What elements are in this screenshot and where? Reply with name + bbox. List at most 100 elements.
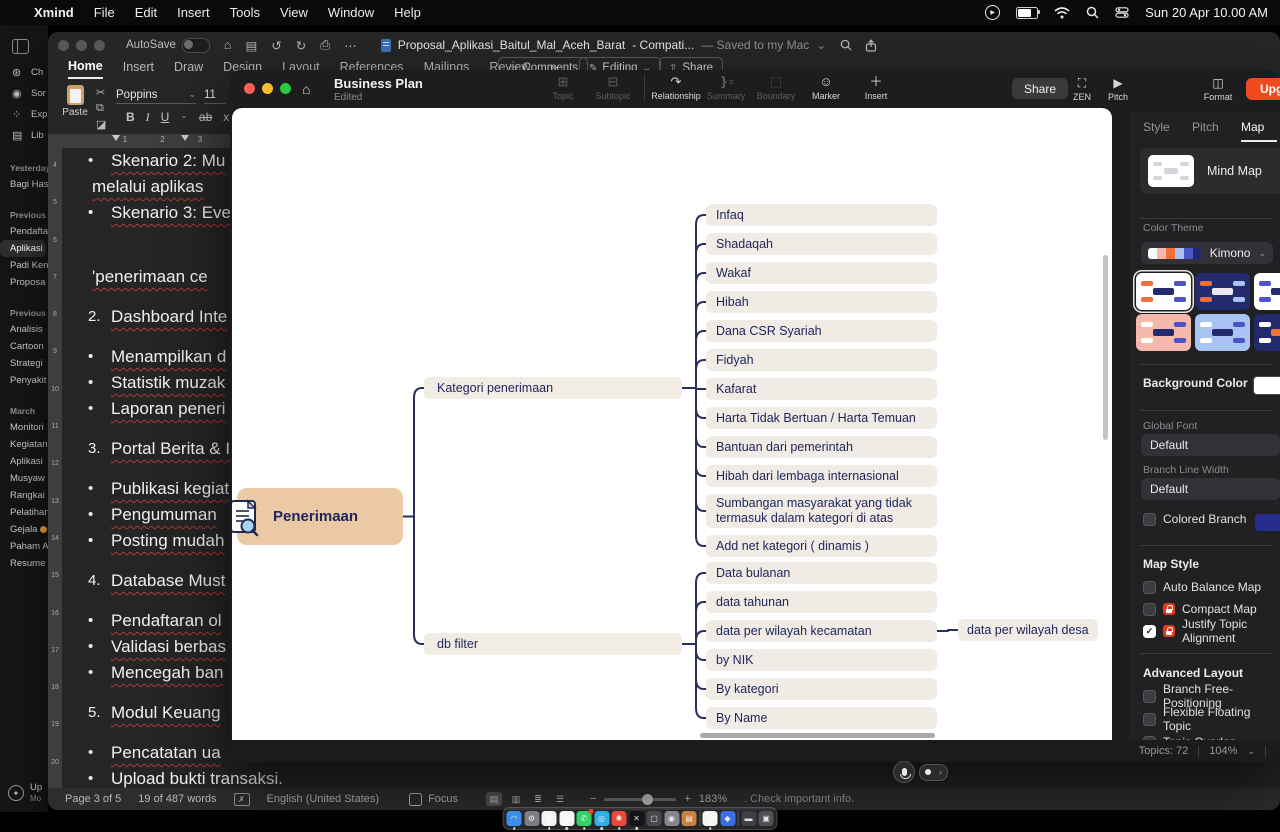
strikethrough-button[interactable]: ab: [199, 110, 212, 125]
sidebar-nav-item[interactable]: ⁘ Exp: [0, 104, 48, 125]
advanced-layout-option[interactable]: Flexible Floating Topic: [1143, 712, 1280, 726]
close-button[interactable]: [58, 40, 69, 51]
chat-history-item[interactable]: Pelatihan: [0, 504, 48, 521]
chat-history-item[interactable]: Aplikasi: [0, 240, 46, 257]
color-theme-select[interactable]: Kimono ⌄: [1141, 242, 1273, 264]
checkbox[interactable]: [1143, 625, 1156, 638]
web-layout-view-button[interactable]: ▥: [508, 792, 524, 806]
zoom-in-button[interactable]: +: [684, 793, 690, 805]
focus-mode-button[interactable]: Focus: [409, 793, 458, 806]
redo-icon[interactable]: ↻: [296, 38, 306, 53]
structure-selector[interactable]: Mind Map: [1140, 148, 1280, 194]
mindmap-subtopic[interactable]: Hibah dari lembaga internasional: [706, 465, 937, 487]
chat-history-item[interactable]: Bagi Has: [0, 176, 48, 193]
print-layout-view-button[interactable]: ▤: [486, 792, 502, 806]
copy-icon[interactable]: ⧉: [96, 102, 104, 115]
panel-tab[interactable]: Map: [1241, 116, 1277, 142]
search-icon[interactable]: [840, 39, 852, 51]
toolbar-button[interactable]: ⊞ Topic: [538, 74, 588, 101]
dock-app-icon[interactable]: ▣: [759, 811, 774, 826]
zoom-out-button[interactable]: −: [590, 793, 596, 805]
mindmap-topic-db-filter[interactable]: db filter: [424, 633, 682, 655]
chat-history-item[interactable]: Penyakit: [0, 372, 48, 389]
dock-app-icon[interactable]: ✆: [577, 811, 592, 826]
chat-history-item[interactable]: Previous: [0, 305, 48, 321]
wifi-icon[interactable]: [1054, 7, 1070, 19]
checkbox[interactable]: [1143, 603, 1156, 616]
chat-history-item[interactable]: Cartoon: [0, 338, 48, 355]
ribbon-tab[interactable]: Insert: [123, 60, 154, 78]
chat-history-item[interactable]: Yesterday: [0, 160, 48, 176]
undo-icon[interactable]: ↺: [271, 38, 281, 53]
chat-history-item[interactable]: Rangkai: [0, 487, 48, 504]
mindmap-subtopic[interactable]: Fidyah: [706, 349, 937, 371]
dock-app-icon[interactable]: ✿: [542, 811, 557, 826]
chat-history-item[interactable]: Musyaw: [0, 470, 48, 487]
upgrade-plan-item[interactable]: ✦ UpMo: [8, 782, 42, 804]
chat-history-item[interactable]: Pendafta: [0, 223, 48, 240]
background-color-swatch[interactable]: [1253, 376, 1280, 395]
home-icon[interactable]: ⌂: [302, 81, 310, 97]
zoom-button[interactable]: [280, 83, 291, 94]
chat-history-item[interactable]: Kegiatan: [0, 436, 48, 453]
branch-line-width-select[interactable]: Default: [1141, 478, 1280, 500]
checkbox[interactable]: [1143, 581, 1156, 594]
save-icon[interactable]: ▤: [245, 38, 257, 53]
dictation-toggle[interactable]: [919, 764, 948, 781]
italic-button[interactable]: I: [146, 110, 150, 125]
chat-history-item[interactable]: Strategi: [0, 355, 48, 372]
theme-thumbnail[interactable]: [1195, 314, 1250, 351]
more-toolbar-icon[interactable]: ⋯: [344, 38, 357, 53]
map-style-option[interactable]: Compact Map: [1143, 602, 1280, 616]
theme-thumbnail[interactable]: [1195, 273, 1250, 310]
dock-app-icon[interactable]: ◉: [664, 811, 679, 826]
checkbox[interactable]: [1143, 713, 1156, 726]
cut-icon[interactable]: ✂: [96, 86, 105, 99]
share-button[interactable]: Share: [1012, 78, 1068, 99]
mindmap-subtopic[interactable]: Hibah: [706, 291, 937, 313]
format-painter-icon[interactable]: ◪: [96, 118, 106, 131]
theme-thumbnail[interactable]: [1254, 314, 1280, 351]
mindmap-subtopic[interactable]: Wakaf: [706, 262, 937, 284]
mindmap-root-topic-penerimaan[interactable]: Penerimaan: [237, 488, 403, 545]
draft-view-button[interactable]: ☰: [552, 792, 568, 806]
mindmap-subtopic[interactable]: Harta Tidak Bertuan / Harta Temuan: [706, 407, 937, 429]
dock-app-icon[interactable]: ✺: [612, 811, 627, 826]
theme-thumbnail[interactable]: [1136, 273, 1191, 310]
toolbar-button[interactable]: ＋ Insert: [851, 74, 901, 101]
menubar-menu-item[interactable]: Window: [328, 5, 374, 20]
chat-history-item[interactable]: Padi Ken: [0, 257, 48, 274]
mindmap-subtopic[interactable]: By kategori: [706, 678, 937, 700]
mindmap-subtopic[interactable]: by NIK: [706, 649, 937, 671]
dock-app-icon[interactable]: [699, 811, 700, 826]
autosave-toggle[interactable]: [182, 38, 210, 53]
ribbon-tab[interactable]: Draw: [174, 60, 203, 78]
menubar-menu-item[interactable]: Insert: [177, 5, 210, 20]
theme-thumbnail[interactable]: [1254, 273, 1280, 310]
ribbon-tab[interactable]: Home: [68, 59, 103, 79]
sidebar-toggle-icon[interactable]: [12, 39, 29, 54]
dock-app-icon[interactable]: ◎: [594, 811, 609, 826]
xmind-titlebar[interactable]: ⌂ Business Plan Edited ⊞ Topic ⊟ Subtopi…: [230, 70, 1280, 108]
close-button[interactable]: [244, 83, 255, 94]
chat-history-item[interactable]: Proposa: [0, 274, 48, 291]
chat-history-item[interactable]: Paham A: [0, 538, 48, 555]
mindmap-subtopic[interactable]: Shadaqah: [706, 233, 937, 255]
dock-app-icon[interactable]: ✕: [629, 811, 644, 826]
dock-app-icon[interactable]: ◆: [720, 811, 735, 826]
zoom-slider-knob[interactable]: [642, 794, 653, 805]
pitch-mode-button[interactable]: ▶ Pitch: [1098, 76, 1138, 102]
share-icon[interactable]: [865, 39, 877, 52]
sidebar-nav-item[interactable]: ◉ Sor: [0, 83, 48, 104]
chat-history-item[interactable]: March: [0, 403, 48, 419]
colored-branch-option[interactable]: Colored Branch: [1143, 512, 1246, 526]
toolbar-button[interactable]: ⊟ Subtopic: [588, 74, 638, 101]
mindmap-canvas[interactable]: Penerimaan Kategori penerimaan db filter…: [232, 108, 1112, 740]
panel-tab[interactable]: Style: [1143, 116, 1179, 142]
menubar-menu-item[interactable]: Help: [394, 5, 421, 20]
language-indicator[interactable]: English (United States): [267, 793, 380, 805]
mindmap-topic-kategori-penerimaan[interactable]: Kategori penerimaan: [424, 377, 682, 399]
zoom-button[interactable]: [94, 40, 105, 51]
dock-app-icon[interactable]: ▢: [647, 811, 662, 826]
chat-history-item[interactable]: Analisis: [0, 321, 48, 338]
